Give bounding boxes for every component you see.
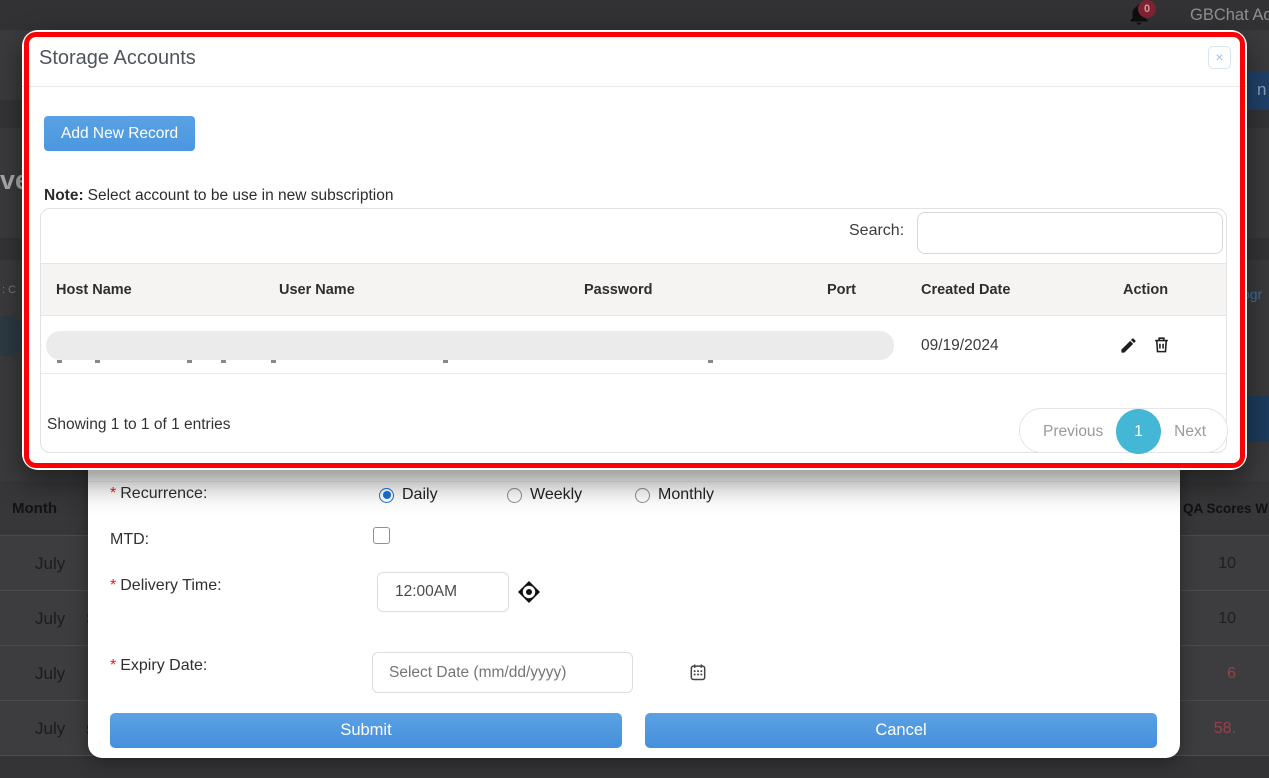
page-footer-band	[0, 755, 1269, 778]
radio-weekly[interactable]	[507, 488, 522, 503]
delivery-time-label: *Delivery Time:	[110, 577, 222, 595]
qa-scores-column-header: QA Scores W	[1183, 481, 1268, 536]
side-button-label: n	[1257, 80, 1266, 99]
notification-badge: 0	[1138, 0, 1156, 18]
delivery-time-input[interactable]	[377, 572, 509, 612]
close-icon[interactable]: ×	[1208, 46, 1231, 69]
search-label: Search:	[849, 222, 904, 240]
month-cell: July	[35, 591, 65, 646]
submit-button[interactable]: Submit	[110, 713, 622, 748]
created-date-cell: 09/19/2024	[921, 317, 999, 374]
edit-pencil-icon[interactable]	[1119, 336, 1138, 355]
add-new-record-button[interactable]: Add New Record	[44, 116, 195, 151]
redaction-mark	[95, 360, 100, 363]
column-header-action[interactable]: Action	[1123, 264, 1168, 317]
column-header-port[interactable]: Port	[827, 264, 856, 317]
time-adjust-icon[interactable]	[517, 580, 541, 604]
column-header-host-name[interactable]: Host Name	[56, 264, 132, 317]
month-cell: July	[35, 701, 65, 756]
column-header-user-name[interactable]: User Name	[279, 264, 355, 317]
recurrence-label: *Recurrence:	[110, 485, 207, 503]
accounts-table-container: Search: Host Name User Name Password Por…	[40, 208, 1227, 453]
redaction-mark	[271, 360, 276, 363]
subscription-form-modal: *Recurrence: Daily Weekly Monthly MTD: *…	[88, 436, 1180, 758]
redaction-mark	[57, 360, 62, 363]
current-page-button[interactable]: 1	[1116, 409, 1161, 454]
qa-cell: 10	[1218, 536, 1236, 591]
modal-title: Storage Accounts	[39, 30, 196, 87]
modal-header: Storage Accounts ×	[22, 30, 1247, 87]
radio-option-monthly[interactable]: Monthly	[635, 486, 714, 504]
required-asterisk: *	[110, 577, 116, 594]
radio-option-weekly[interactable]: Weekly	[507, 486, 582, 504]
expiry-date-label: *Expiry Date:	[110, 657, 207, 675]
column-header-password[interactable]: Password	[584, 264, 653, 317]
redaction-mark	[708, 360, 713, 363]
qa-cell: 6	[1227, 646, 1236, 701]
month-cell: July	[35, 536, 65, 591]
page-text-fragment: : C	[2, 284, 16, 296]
note-text: Note:Select account to be use in new sub…	[44, 187, 394, 205]
redaction-mark	[221, 360, 226, 363]
month-cell: July	[35, 646, 65, 701]
cancel-button[interactable]: Cancel	[645, 713, 1157, 748]
delete-trash-icon[interactable]	[1152, 335, 1171, 354]
pagination: Previous 1 Next	[1019, 408, 1228, 453]
top-navbar: 0 GBChat Ad	[0, 0, 1269, 30]
month-column-header: Month	[12, 481, 57, 536]
required-asterisk: *	[110, 657, 116, 674]
search-input[interactable]	[917, 212, 1223, 254]
navbar-brand: GBChat Ad	[1190, 6, 1269, 25]
expiry-date-input[interactable]	[372, 652, 633, 693]
showing-entries-text: Showing 1 to 1 of 1 entries	[47, 416, 231, 434]
previous-page-button[interactable]: Previous	[1043, 409, 1103, 454]
screen: 0 GBChat Ad ve : C n ogr Month QA Scores…	[0, 0, 1269, 778]
radio-monthly[interactable]	[635, 488, 650, 503]
calendar-icon[interactable]	[688, 662, 708, 682]
mtd-checkbox[interactable]	[373, 527, 390, 544]
redacted-data-bar	[46, 331, 894, 360]
table-header-row: Host Name User Name Password Port Create…	[41, 263, 1226, 316]
next-page-button[interactable]: Next	[1174, 409, 1206, 454]
redaction-mark	[187, 360, 192, 363]
column-header-created-date[interactable]: Created Date	[921, 264, 1010, 317]
redaction-mark	[443, 360, 448, 363]
qa-cell: 10	[1218, 591, 1236, 646]
radio-daily-selected[interactable]	[379, 488, 394, 503]
mtd-label: MTD:	[110, 531, 149, 549]
divider	[88, 481, 1180, 482]
account-table-row[interactable]: 09/19/2024	[41, 317, 1226, 374]
storage-accounts-modal: Storage Accounts × Add New Record Note:S…	[22, 30, 1247, 470]
radio-option-daily[interactable]: Daily	[379, 486, 438, 504]
qa-cell: 58.	[1214, 701, 1236, 756]
required-asterisk: *	[110, 485, 116, 502]
